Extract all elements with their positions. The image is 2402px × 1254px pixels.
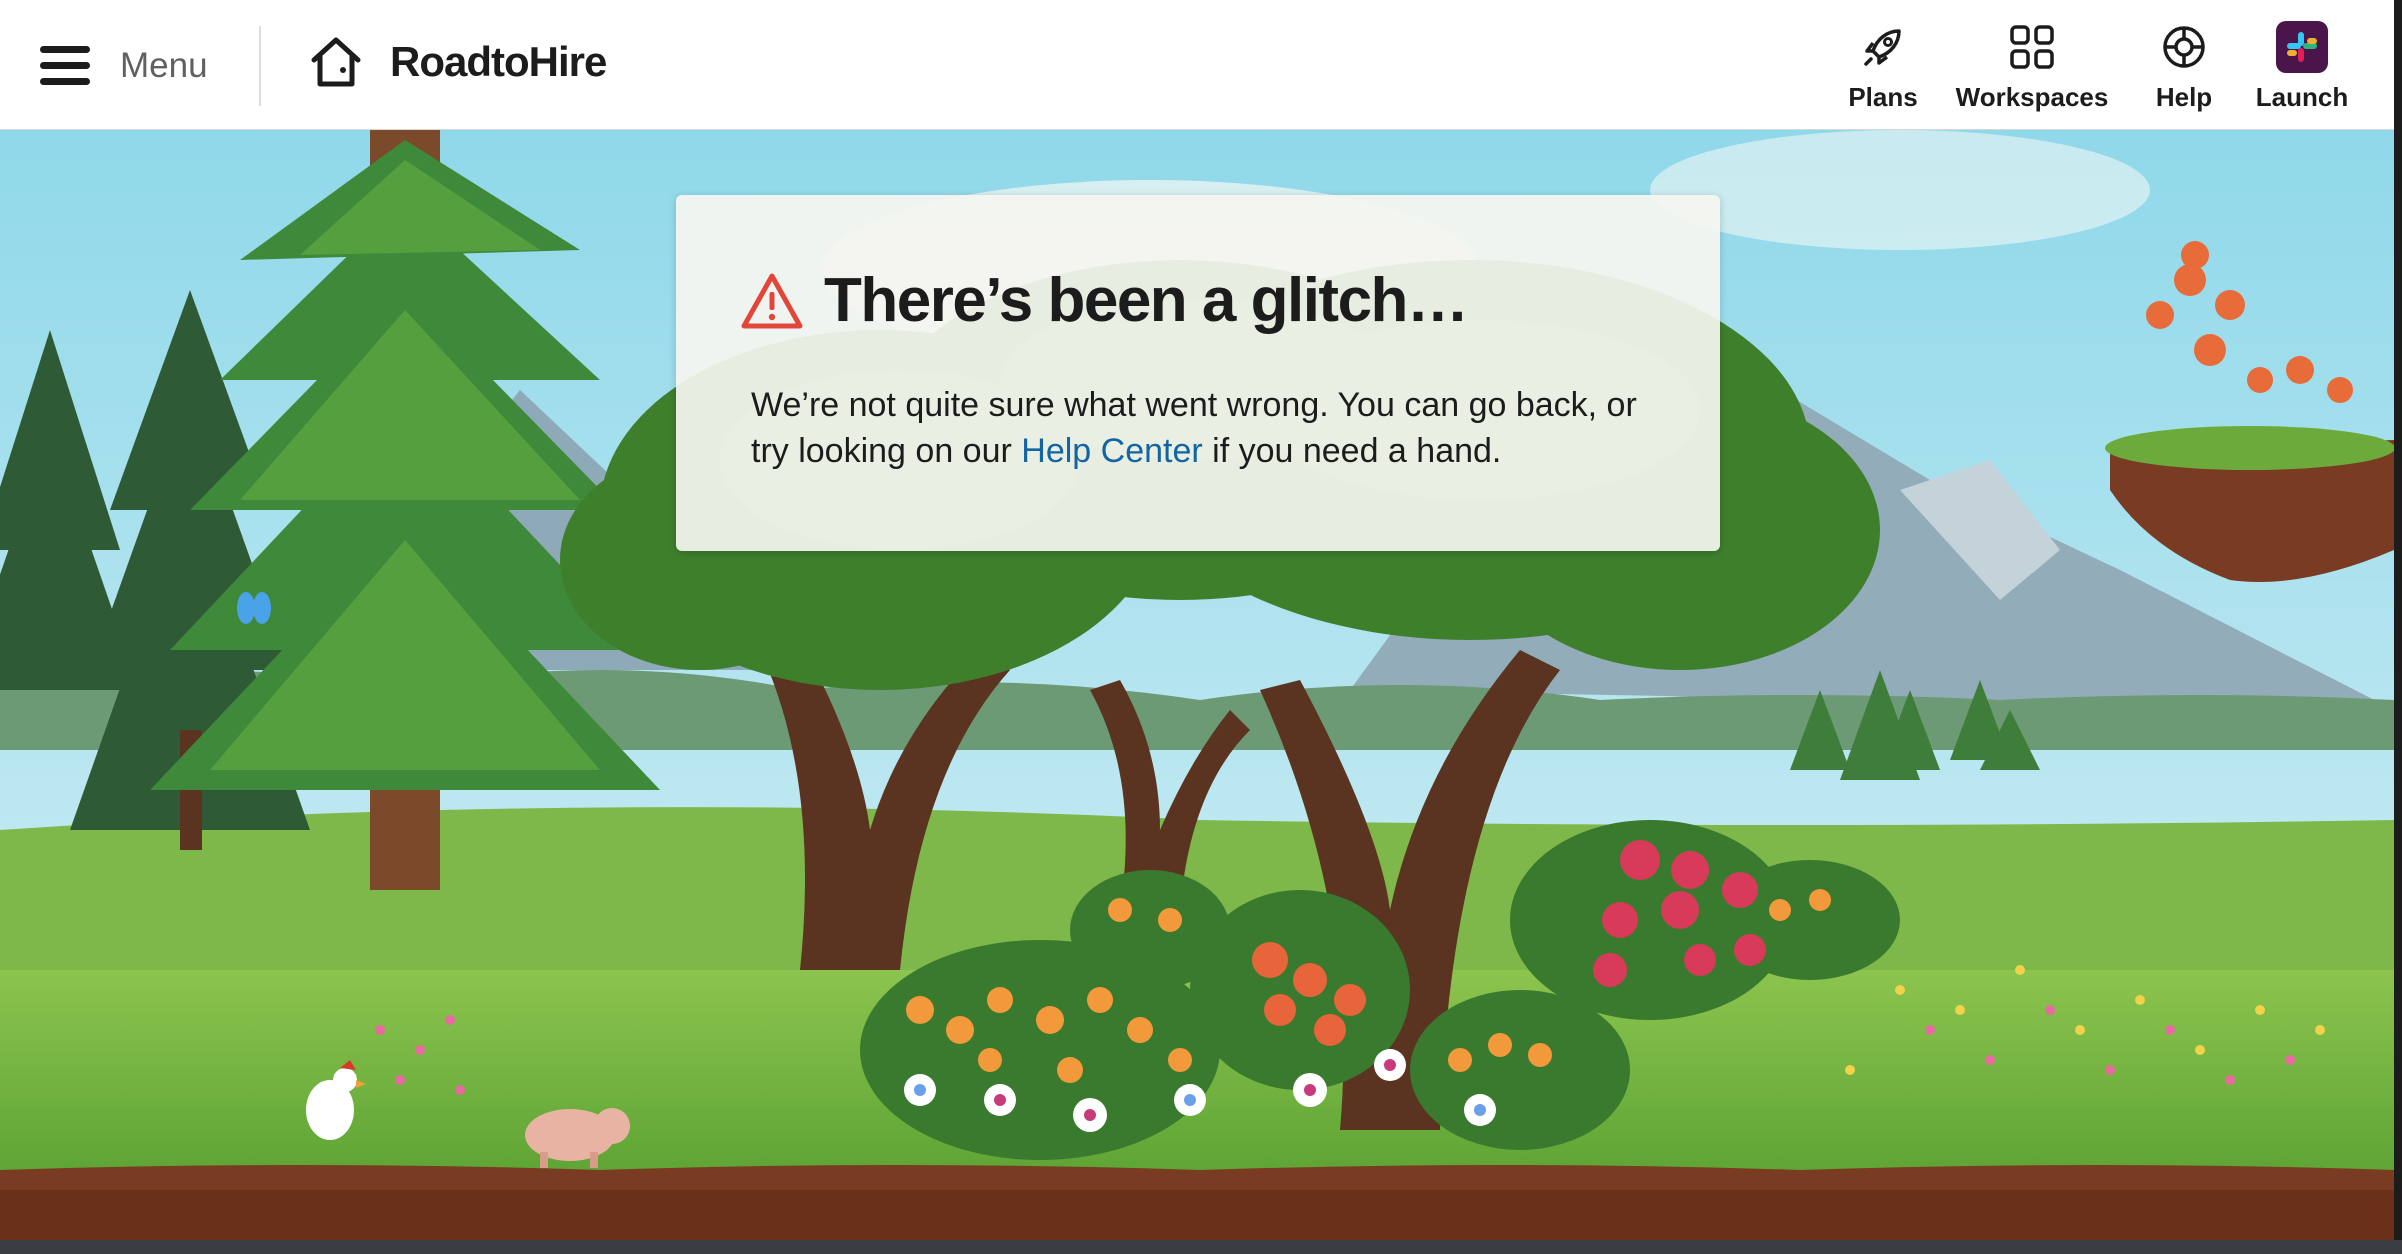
window-edge <box>2394 0 2402 1254</box>
error-message-text-end: if you need a hand. <box>1202 432 1502 470</box>
help-label: Help <box>2155 82 2213 112</box>
error-title: There’s been a glitch… <box>824 266 1469 335</box>
warning-icon <box>741 273 803 328</box>
hamburger-icon <box>40 46 90 86</box>
menu-button[interactable]: Menu <box>40 36 208 96</box>
launch-button[interactable]: Launch <box>2256 20 2348 115</box>
workspaces-button[interactable]: Workspaces <box>1956 20 2108 115</box>
brand-name: RoadtoHire <box>390 38 607 85</box>
help-center-link[interactable]: Help Center <box>1021 432 1202 470</box>
launch-label: Launch <box>2255 82 2349 112</box>
plans-label: Plans <box>1848 82 1918 112</box>
error-message: We’re not quite sure what went wrong. Yo… <box>751 382 1671 474</box>
help-button[interactable]: Help <box>2154 20 2214 115</box>
header-divider <box>259 26 261 106</box>
lifebuoy-icon <box>2163 26 2205 68</box>
home-icon <box>311 37 361 87</box>
slack-logo-icon <box>2276 21 2328 73</box>
app-window: Menu RoadtoHire Plans Workspaces Help La… <box>0 0 2402 1254</box>
workspaces-label: Workspaces <box>1955 82 2109 112</box>
rocket-icon <box>1864 29 1901 66</box>
menu-label: Menu <box>120 46 208 85</box>
grid-icon <box>2010 25 2054 69</box>
plans-button[interactable]: Plans <box>1848 20 1918 115</box>
error-card: There’s been a glitch… We’re not quite s… <box>676 195 1720 551</box>
home-link[interactable]: RoadtoHire <box>308 34 607 90</box>
top-navigation-bar: Menu RoadtoHire Plans Workspaces Help La… <box>0 0 2394 130</box>
bottom-edge <box>0 1240 2402 1254</box>
